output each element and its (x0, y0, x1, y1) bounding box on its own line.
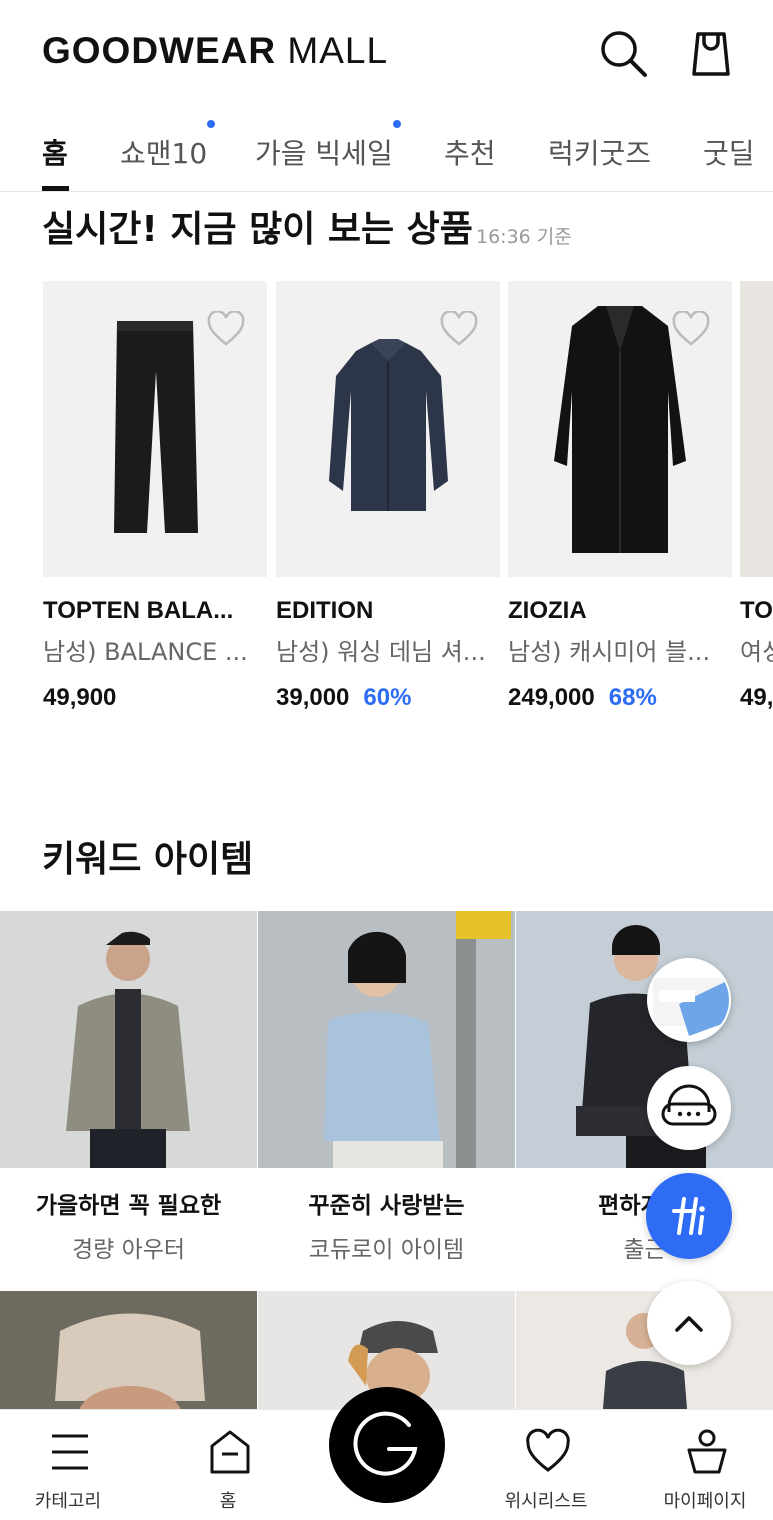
nav-label: 위시리스트 (504, 1491, 588, 1512)
keyword-line2: 경량 아우터 (71, 1237, 186, 1263)
nav-wishlist[interactable]: 위시리스트 (481, 1410, 611, 1520)
product-image[interactable] (43, 281, 267, 577)
keyword-tile[interactable] (516, 1291, 773, 1421)
chevron-up-icon (675, 1316, 703, 1332)
header: GOODWEAR MALL (0, 0, 773, 105)
keyword-photo (516, 911, 773, 1168)
keyword-photo (0, 911, 257, 1168)
product-name: 남성) BALANCE ... (43, 638, 248, 666)
tab-autumn-sale[interactable]: 가을 빅세일 (255, 120, 401, 172)
nav-mypage[interactable]: 마이페이지 (640, 1410, 770, 1520)
product-price: 39,000 (276, 684, 350, 711)
nav-label: 홈 (219, 1491, 237, 1512)
category-tabs: 홈 쇼맨10 가을 빅세일 추천 럭키굿즈 굿딜 (0, 112, 773, 192)
keyword-line1: 꾸준히 사랑받는 (308, 1193, 465, 1219)
new-dot (207, 120, 216, 128)
coupon-button[interactable] (647, 958, 731, 1042)
tab-home[interactable]: 홈 (42, 132, 68, 172)
product-brand: TOPTEN BALA... (43, 597, 234, 624)
menu-icon (52, 1434, 88, 1470)
hashtag-button[interactable] (646, 1173, 732, 1259)
keyword-line2: 출근 (623, 1237, 666, 1263)
product-brand: EDITION (276, 597, 374, 624)
customer-service-button[interactable] (647, 1066, 731, 1150)
product-price: 49, (740, 684, 773, 711)
nav-category[interactable]: 카테고리 (3, 1410, 133, 1520)
keyword-tile[interactable]: 편하게 입 출근 (516, 911, 773, 1264)
search-icon[interactable] (598, 28, 648, 78)
heart-icon[interactable] (207, 311, 245, 347)
keyword-line1: 가을하면 꼭 필요한 (35, 1193, 222, 1219)
keyword-line2: 코듀로이 아이템 (308, 1237, 465, 1263)
realtime-timestamp: 16:36 기준 (476, 226, 572, 248)
product-image[interactable] (740, 281, 773, 577)
logo-light: MALL (287, 30, 389, 71)
product-card[interactable]: TOPTEN BALA... 남성) BALANCE ... 49,900 (43, 281, 267, 712)
realtime-title: 실시간! 지금 많이 보는 상품 (42, 209, 473, 250)
product-name: 남성) 워싱 데님 셔... (276, 638, 486, 666)
product-discount: 68% (608, 684, 657, 711)
active-tab-indicator (42, 186, 69, 191)
heart-icon[interactable] (440, 311, 478, 347)
keyword-tile[interactable] (0, 1291, 257, 1421)
product-card[interactable]: TO 여성 49, (740, 281, 773, 712)
user-icon (687, 1429, 727, 1474)
product-brand: ZIOZIA (508, 597, 587, 624)
headset-chat-icon (661, 1084, 717, 1126)
tab-recommend[interactable]: 추천 (444, 132, 496, 172)
product-price: 49,900 (43, 684, 117, 711)
hashtag-icon (672, 1197, 705, 1235)
product-image[interactable] (276, 281, 500, 577)
product-card[interactable]: ZIOZIA 남성) 캐시미어 블... 249,000 68% (508, 281, 732, 712)
product-name: 여성 (740, 638, 773, 666)
nav-label: 마이페이지 (663, 1491, 747, 1512)
home-icon (210, 1430, 250, 1474)
keyword-title: 키워드 아이템 (42, 839, 254, 880)
g-logo-icon (353, 1411, 418, 1476)
heart-icon[interactable] (672, 311, 710, 347)
product-card[interactable]: EDITION 남성) 워싱 데님 셔... 39,000 60% (276, 281, 500, 712)
tab-showman10[interactable]: 쇼맨10 (120, 120, 216, 172)
keyword-tile[interactable]: 꾸준히 사랑받는 코듀로이 아이템 (258, 911, 515, 1264)
heart-icon (526, 1428, 570, 1472)
nav-label: 카테고리 (34, 1491, 102, 1512)
logo[interactable]: GOODWEAR MALL (42, 30, 388, 72)
coupon-icon (653, 978, 729, 1036)
nav-home[interactable]: 홈 (163, 1410, 293, 1520)
keyword-tile[interactable]: 가을하면 꼭 필요한 경량 아우터 (0, 911, 257, 1264)
product-brand: TO (740, 597, 773, 624)
keyword-photo (258, 911, 515, 1168)
product-name: 남성) 캐시미어 블... (508, 638, 711, 666)
goodwear-center-button[interactable] (329, 1387, 445, 1503)
scroll-top-button[interactable] (647, 1281, 731, 1365)
new-dot (392, 120, 401, 128)
tab-lucky-goods[interactable]: 럭키굿즈 (548, 132, 651, 172)
product-price: 249,000 (508, 684, 595, 711)
bag-icon[interactable] (686, 28, 736, 78)
product-image[interactable] (508, 281, 732, 577)
logo-bold: GOODWEAR (42, 30, 277, 71)
tab-good-deal[interactable]: 굿딜 (703, 132, 755, 172)
keyword-line1: 편하게 입 (598, 1193, 691, 1219)
product-discount: 60% (363, 684, 412, 711)
